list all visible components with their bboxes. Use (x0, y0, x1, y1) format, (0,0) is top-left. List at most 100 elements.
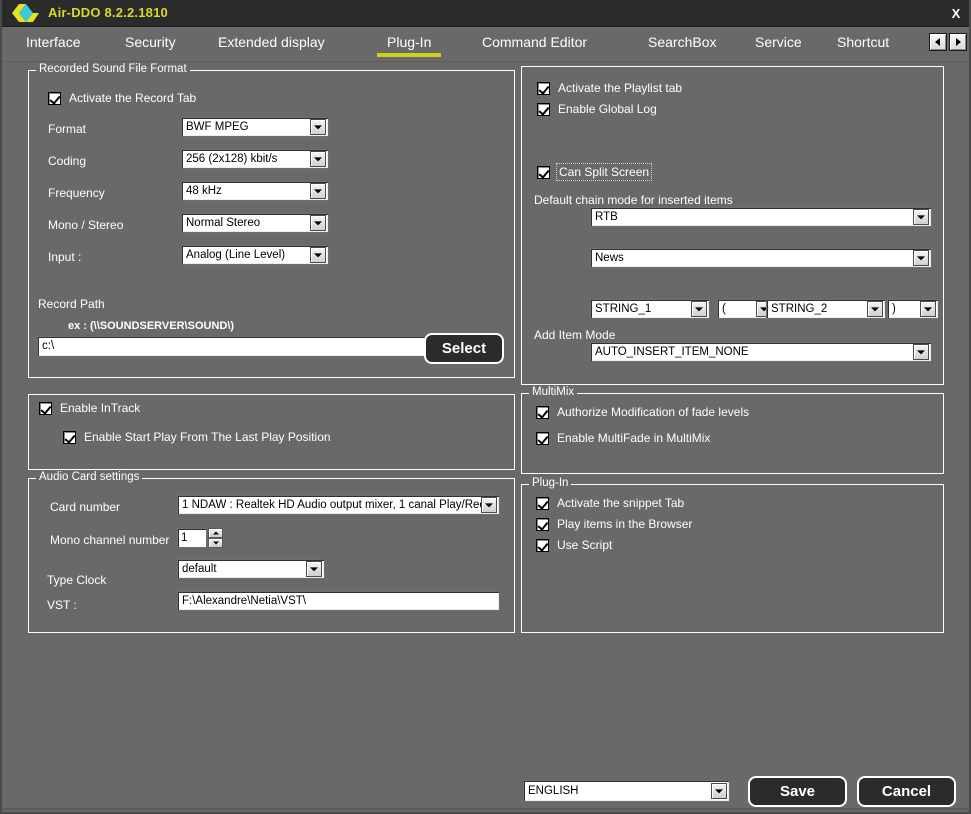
can-split-screen-checkbox[interactable]: Can Split Screen (537, 163, 653, 181)
chevron-down-icon[interactable] (711, 783, 727, 799)
chevron-down-icon[interactable] (310, 215, 326, 231)
close-icon[interactable]: X (945, 3, 967, 24)
combo-value: STRING_2 (771, 303, 828, 315)
enable-multifade-checkbox[interactable]: Enable MultiFade in MultiMix (536, 431, 710, 445)
format-combo[interactable]: BWF MPEG (181, 117, 329, 137)
spinner-up-icon[interactable] (208, 528, 223, 538)
group-legend: Recorded Sound File Format (36, 63, 190, 75)
checkbox-label: Enable Global Log (558, 102, 657, 116)
combo-value: AUTO_INSERT_ITEM_NONE (595, 346, 749, 358)
enable-global-log-checkbox[interactable]: Enable Global Log (537, 102, 657, 116)
arrow-left-icon (935, 38, 940, 46)
chevron-down-icon[interactable] (481, 497, 497, 513)
activate-record-tab-checkbox[interactable]: Activate the Record Tab (48, 91, 196, 105)
string1-combo[interactable]: STRING_1 (590, 299, 710, 319)
tab-plug-in[interactable]: Plug-In (377, 34, 442, 57)
tab-shortcut[interactable]: Shortcut (835, 34, 891, 50)
checkbox-label: Enable MultiFade in MultiMix (557, 431, 711, 445)
chevron-down-icon[interactable] (310, 247, 326, 263)
combo-value: Analog (Line Level) (186, 249, 286, 261)
tab-service[interactable]: Service (753, 34, 804, 50)
add-item-mode-label: Add Item Mode (534, 328, 616, 342)
chevron-down-icon[interactable] (310, 119, 326, 135)
tab-command-editor[interactable]: Command Editor (480, 34, 589, 50)
checkbox-box (537, 102, 550, 116)
chevron-down-icon[interactable] (310, 183, 326, 199)
mono-channel-label: Mono channel number (50, 533, 170, 547)
combo-value: ) (892, 303, 896, 315)
tab-interface[interactable]: Interface (24, 34, 82, 50)
use-script-checkbox[interactable]: Use Script (536, 538, 612, 552)
diamond-logo-icon (12, 4, 39, 22)
close-paren-combo[interactable]: ) (887, 299, 939, 319)
chevron-down-icon[interactable] (913, 250, 929, 266)
mono-stereo-label: Mono / Stereo (48, 218, 124, 232)
chevron-down-icon[interactable] (913, 344, 929, 360)
card-number-label: Card number (50, 500, 121, 514)
chevron-down-icon[interactable] (913, 209, 929, 225)
enable-intrack-checkbox[interactable]: Enable InTrack (39, 401, 140, 415)
default-chain-mode-combo[interactable]: RTB (590, 207, 932, 227)
activate-playlist-tab-checkbox[interactable]: Activate the Playlist tab (537, 81, 682, 95)
spinner-value[interactable]: 1 (177, 528, 207, 548)
chevron-down-icon[interactable] (867, 301, 883, 317)
checkbox-box (536, 431, 549, 445)
arrow-right-icon (956, 38, 961, 46)
tab-scroll-prev-button[interactable] (929, 33, 947, 51)
chevron-down-icon[interactable] (310, 151, 326, 167)
tab-extended-display[interactable]: Extended display (216, 34, 327, 50)
vst-path-input[interactable]: F:\Alexandre\Netia\VST\ (177, 591, 500, 611)
add-item-mode-combo[interactable]: AUTO_INSERT_ITEM_NONE (590, 342, 932, 362)
authorize-fade-modification-checkbox[interactable]: Authorize Modification of fade levels (536, 405, 749, 419)
checkbox-box (536, 517, 549, 531)
chevron-down-icon[interactable] (920, 301, 936, 317)
checkbox-box (536, 496, 549, 510)
group-legend: Audio Card settings (36, 471, 143, 483)
input-combo[interactable]: Analog (Line Level) (181, 245, 329, 265)
select-button[interactable]: Select (424, 333, 504, 364)
checkbox-label: Authorize Modification of fade levels (557, 405, 750, 419)
tab-searchbox[interactable]: SearchBox (646, 34, 718, 50)
combo-value: 48 kHz (186, 185, 222, 197)
combo-value: ENGLISH (528, 785, 579, 797)
checkbox-label: Use Script (557, 538, 613, 552)
enable-start-play-checkbox[interactable]: Enable Start Play From The Last Play Pos… (63, 430, 331, 444)
tab-security[interactable]: Security (123, 34, 178, 50)
save-button[interactable]: Save (748, 776, 847, 807)
card-number-combo[interactable]: 1 NDAW : Realtek HD Audio output mixer, … (177, 495, 500, 515)
spinner-buttons (208, 528, 223, 548)
cancel-button[interactable]: Cancel (857, 776, 956, 807)
activate-snippet-tab-checkbox[interactable]: Activate the snippet Tab (536, 496, 684, 510)
string2-combo[interactable]: STRING_2 (766, 299, 886, 319)
coding-combo[interactable]: 256 (2x128) kbit/s (181, 149, 329, 169)
frequency-combo[interactable]: 48 kHz (181, 181, 329, 201)
tab-scroll-next-button[interactable] (949, 33, 967, 51)
tab-label: Command Editor (482, 34, 588, 50)
record-path-input[interactable]: c:\ (37, 336, 427, 357)
checkbox-box (536, 405, 549, 419)
secondary-chain-combo[interactable]: News (590, 248, 932, 268)
recorded-sound-file-format-group: Recorded Sound File Format Activate the … (28, 63, 515, 378)
play-items-browser-checkbox[interactable]: Play items in the Browser (536, 517, 692, 531)
chevron-down-icon[interactable] (306, 561, 322, 577)
combo-value: default (182, 563, 217, 575)
combo-value: BWF MPEG (186, 121, 249, 133)
tab-label: Service (755, 34, 802, 50)
record-path-example: ex : (\\SOUNDSERVER\SOUND\) (68, 320, 235, 332)
mono-channel-spinner[interactable]: 1 (177, 528, 223, 548)
footer-divider (2, 808, 969, 810)
plugin-group: Plug-In Activate the snippet Tab Play it… (521, 477, 944, 633)
tab-label: Shortcut (837, 34, 890, 50)
checkbox-label: Activate the snippet Tab (557, 496, 685, 510)
checkbox-label: Enable Start Play From The Last Play Pos… (84, 430, 331, 444)
type-clock-combo[interactable]: default (177, 559, 325, 579)
spinner-down-icon[interactable] (208, 538, 223, 548)
checkbox-label: Activate the Record Tab (69, 91, 197, 105)
language-combo[interactable]: ENGLISH (523, 780, 730, 802)
format-label: Format (48, 122, 87, 136)
checkbox-box (536, 538, 549, 552)
group-legend: Plug-In (529, 477, 572, 489)
vst-label: VST : (47, 598, 77, 612)
chevron-down-icon[interactable] (691, 301, 707, 317)
mono-stereo-combo[interactable]: Normal Stereo (181, 213, 329, 233)
